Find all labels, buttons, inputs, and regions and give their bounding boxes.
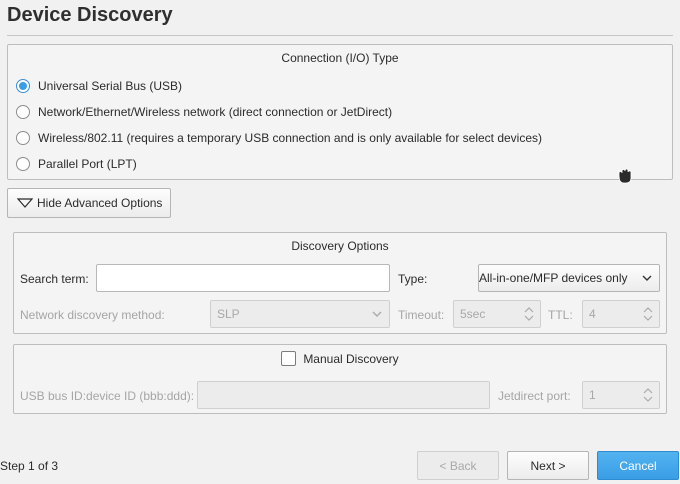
manual-discovery-label: Manual Discovery — [303, 351, 399, 366]
back-button-label: < Back — [439, 458, 477, 473]
network-method-value: SLP — [217, 307, 240, 321]
search-input[interactable] — [96, 264, 390, 292]
manual-discovery-checkbox[interactable] — [281, 351, 297, 366]
jetdirect-port-value: 1 — [589, 388, 596, 402]
cancel-button[interactable]: Cancel — [597, 451, 679, 480]
chevron-down-icon — [372, 311, 382, 317]
ttl-spinbox[interactable]: 4 — [582, 300, 660, 328]
hand-cursor-icon — [618, 168, 632, 184]
radio-wireless-label: Wireless/802.11 (requires a temporary US… — [38, 131, 543, 145]
usb-bus-id-input[interactable] — [197, 381, 490, 409]
usb-bus-id-label: USB bus ID:device ID (bbb:ddd): — [20, 389, 195, 403]
type-label: Type: — [398, 272, 428, 286]
jetdirect-port-label: Jetdirect port: — [498, 389, 571, 403]
discovery-options-group: Discovery Options Search term: Type: All… — [13, 232, 667, 334]
radio-button[interactable] — [16, 105, 30, 119]
timeout-spinbox[interactable]: 5sec — [453, 300, 541, 328]
network-method-dropdown[interactable]: SLP — [210, 300, 390, 328]
radio-network-label: Network/Ethernet/Wireless network (direc… — [38, 105, 393, 119]
radio-usb[interactable]: Universal Serial Bus (USB) — [16, 76, 182, 96]
discovery-options-title: Discovery Options — [291, 239, 389, 253]
timeout-value: 5sec — [460, 307, 486, 321]
jetdirect-port-spinbox[interactable]: 1 — [582, 381, 660, 409]
radio-button[interactable] — [16, 157, 30, 171]
radio-wireless[interactable]: Wireless/802.11 (requires a temporary US… — [16, 128, 542, 148]
radio-network[interactable]: Network/Ethernet/Wireless network (direc… — [16, 102, 392, 122]
radio-usb-label: Universal Serial Bus (USB) — [38, 79, 183, 93]
cancel-button-label: Cancel — [619, 458, 657, 473]
page-title: Device Discovery — [7, 4, 173, 26]
radio-button[interactable] — [16, 131, 30, 145]
back-button[interactable]: < Back — [417, 451, 499, 480]
timeout-label: Timeout: — [398, 308, 445, 322]
next-button-label: Next > — [530, 458, 566, 473]
ttl-label: TTL: — [548, 308, 573, 322]
connection-type-group: Connection (I/O) Type Universal Serial B… — [7, 44, 673, 184]
spin-arrows-icon[interactable] — [643, 307, 653, 321]
triangle-down-icon — [17, 198, 33, 208]
manual-discovery-checkbox-row[interactable]: Manual Discovery — [14, 351, 666, 366]
next-button[interactable]: Next > — [507, 451, 589, 480]
manual-discovery-group: Manual Discovery USB bus ID:device ID (b… — [13, 344, 667, 414]
spin-arrows-icon[interactable] — [524, 307, 534, 321]
radio-parallel-label: Parallel Port (LPT) — [38, 157, 137, 171]
network-method-label: Network discovery method: — [20, 308, 165, 322]
hide-advanced-options-label: Hide Advanced Options — [37, 196, 163, 210]
hide-advanced-options-button[interactable]: Hide Advanced Options — [7, 188, 171, 218]
search-term-label: Search term: — [20, 272, 89, 286]
title-divider — [7, 35, 673, 36]
spin-arrows-icon[interactable] — [643, 388, 653, 402]
type-dropdown-value: All-in-one/MFP devices only — [479, 271, 628, 285]
type-dropdown[interactable]: All-in-one/MFP devices only — [478, 264, 660, 292]
radio-button-selected[interactable] — [16, 79, 30, 93]
radio-parallel[interactable]: Parallel Port (LPT) — [16, 154, 137, 174]
step-indicator: Step 1 of 3 — [0, 459, 59, 473]
chevron-down-icon — [642, 275, 652, 281]
connection-type-title: Connection (I/O) Type — [281, 51, 399, 65]
ttl-value: 4 — [589, 307, 596, 321]
